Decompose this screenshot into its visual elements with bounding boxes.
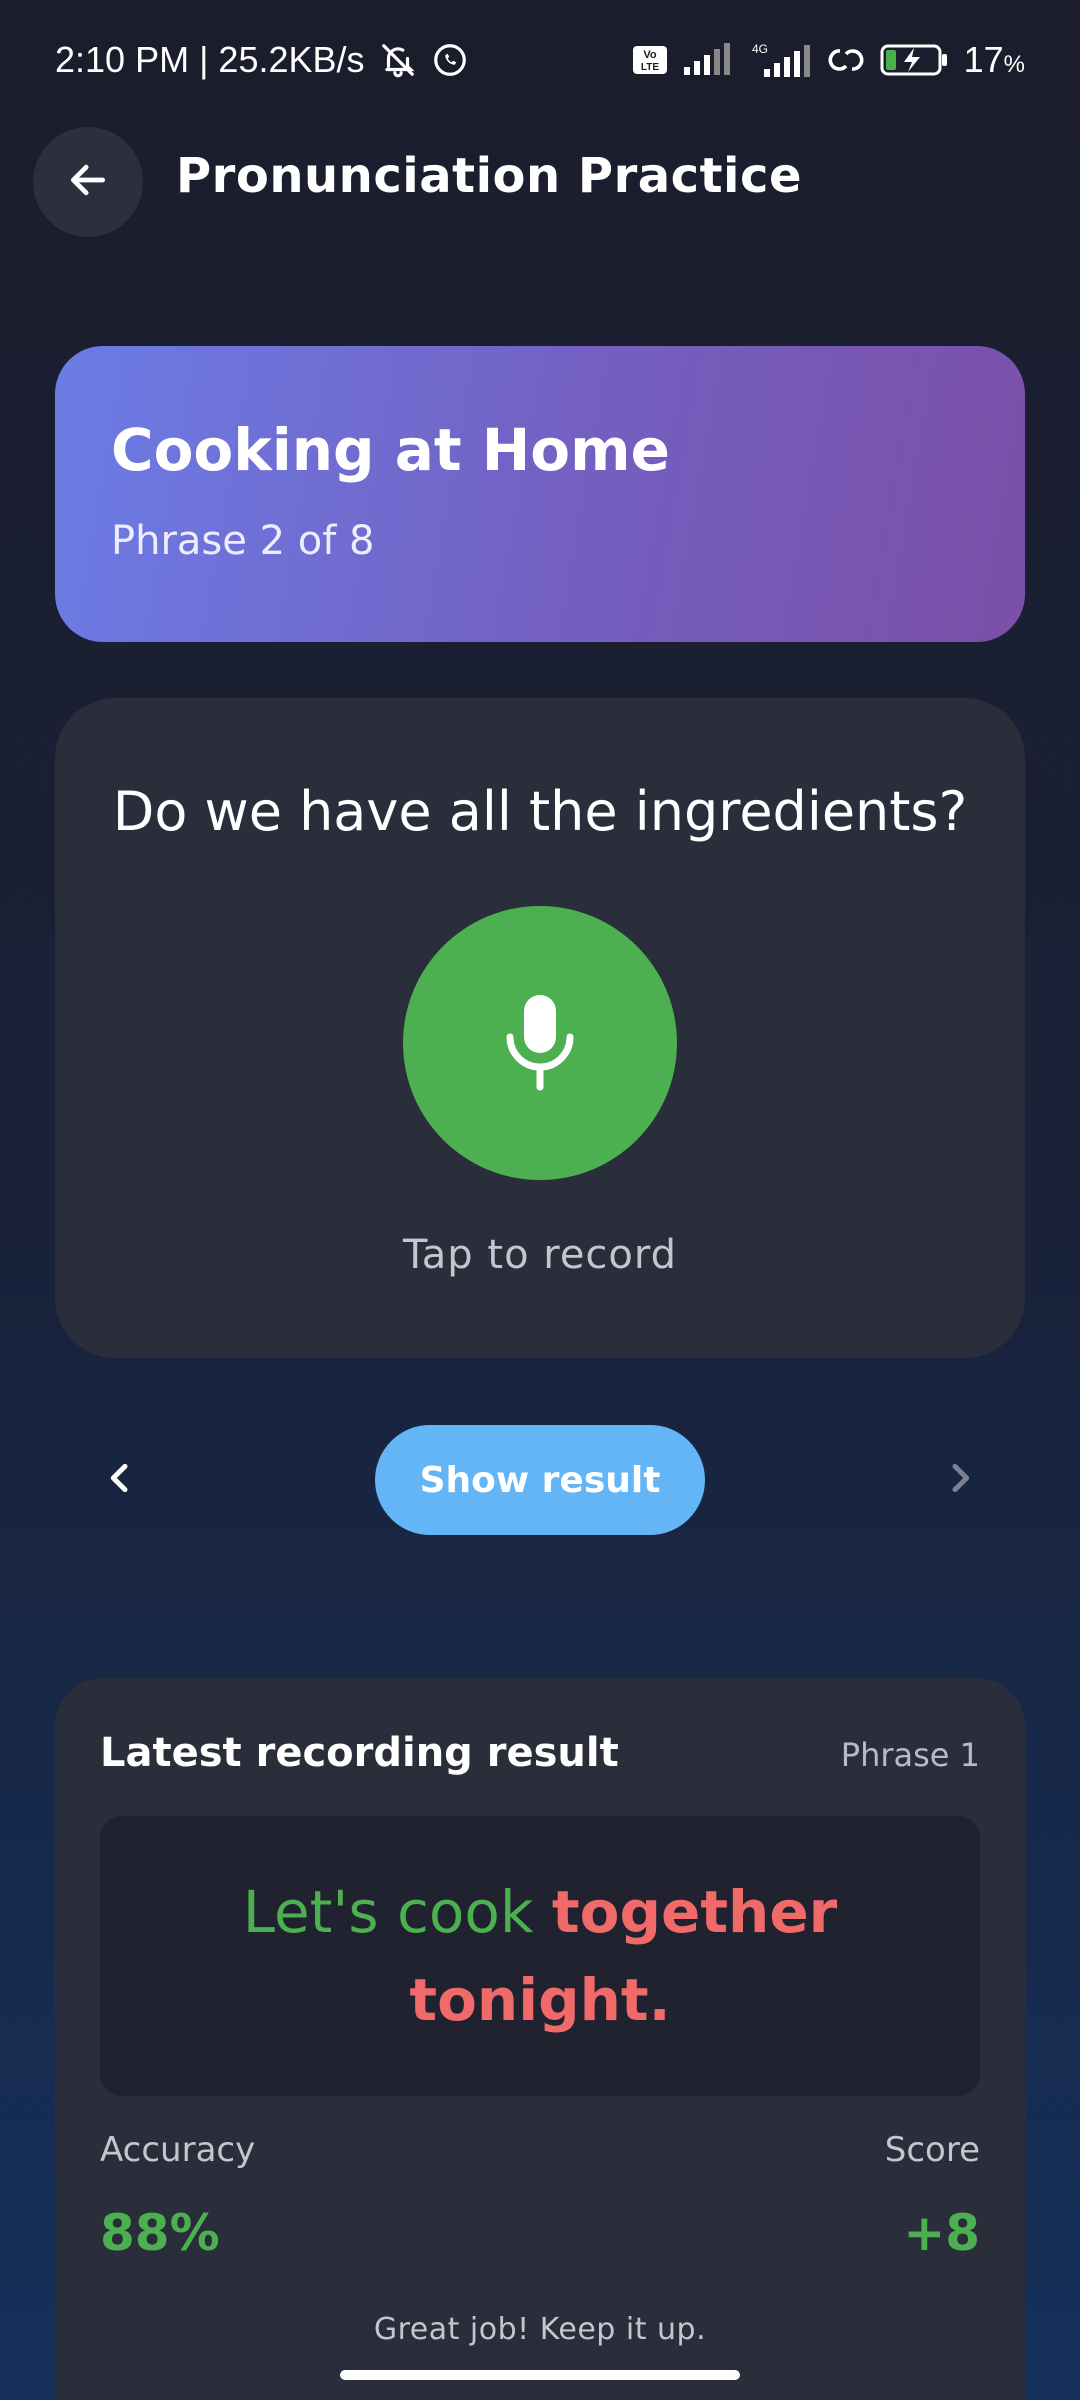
bell-off-icon — [379, 41, 417, 79]
battery-icon — [880, 42, 950, 78]
status-right: Vo LTE 4G 17% — [632, 39, 1025, 81]
status-bar: 2:10 PM | 25.2KB/s Vo LTE 4G 17% — [0, 0, 1080, 120]
topic-title: Cooking at Home — [111, 416, 670, 484]
show-result-button[interactable]: Show result — [375, 1425, 705, 1535]
transcript-correct-words: Let's cook — [242, 1878, 552, 1946]
svg-text:LTE: LTE — [641, 62, 659, 73]
next-phrase-button[interactable] — [930, 1450, 990, 1510]
microphone-icon — [500, 991, 580, 1095]
svg-text:4G: 4G — [752, 42, 768, 56]
score-value: +8 — [903, 2204, 980, 2262]
result-card: Latest recording result Phrase 1 Let's c… — [55, 1678, 1025, 2400]
volte-icon: Vo LTE — [632, 45, 668, 75]
record-hint: Tap to record — [402, 1232, 678, 1278]
transcript-box: Let's cook together tonight. — [100, 1816, 980, 2096]
signal-icon — [682, 43, 734, 77]
status-time-speed: 2:10 PM | 25.2KB/s — [55, 39, 365, 80]
transcript-incorrect-word: together — [551, 1878, 838, 1946]
page-title: Pronunciation Practice — [176, 148, 802, 204]
accuracy-value: 88% — [100, 2204, 220, 2262]
phrase-card: Do we have all the ingredients? Tap to r… — [55, 698, 1025, 1358]
app-header: Pronunciation Practice — [0, 120, 1080, 240]
home-indicator[interactable] — [340, 2370, 740, 2380]
phrase-text: Do we have all the ingredients? — [112, 780, 968, 843]
signal-4g-icon: 4G — [748, 41, 812, 79]
back-button[interactable] — [33, 127, 143, 237]
arrow-left-icon — [66, 158, 110, 206]
feedback-message: Great job! Keep it up. — [373, 2312, 707, 2347]
topic-card: Cooking at Home Phrase 2 of 8 — [55, 346, 1025, 642]
record-button[interactable] — [403, 906, 677, 1180]
status-left: 2:10 PM | 25.2KB/s — [55, 39, 469, 81]
chevron-left-icon — [100, 1458, 140, 1502]
whatsapp-icon — [431, 41, 469, 79]
transcript-incorrect-word: tonight. — [409, 1966, 671, 2034]
transcript-text: Let's cook together tonight. — [160, 1868, 920, 2044]
previous-phrase-button[interactable] — [90, 1450, 150, 1510]
score-label: Score — [884, 2130, 980, 2170]
accuracy-label: Accuracy — [100, 2130, 256, 2170]
battery-percent: 17% — [963, 39, 1025, 80]
chevron-right-icon — [940, 1458, 980, 1502]
result-title: Latest recording result — [100, 1730, 619, 1776]
result-phrase-tag: Phrase 1 — [840, 1736, 980, 1774]
phrase-progress: Phrase 2 of 8 — [111, 518, 375, 564]
hotspot-icon — [826, 42, 866, 78]
svg-text:Vo: Vo — [643, 49, 657, 61]
